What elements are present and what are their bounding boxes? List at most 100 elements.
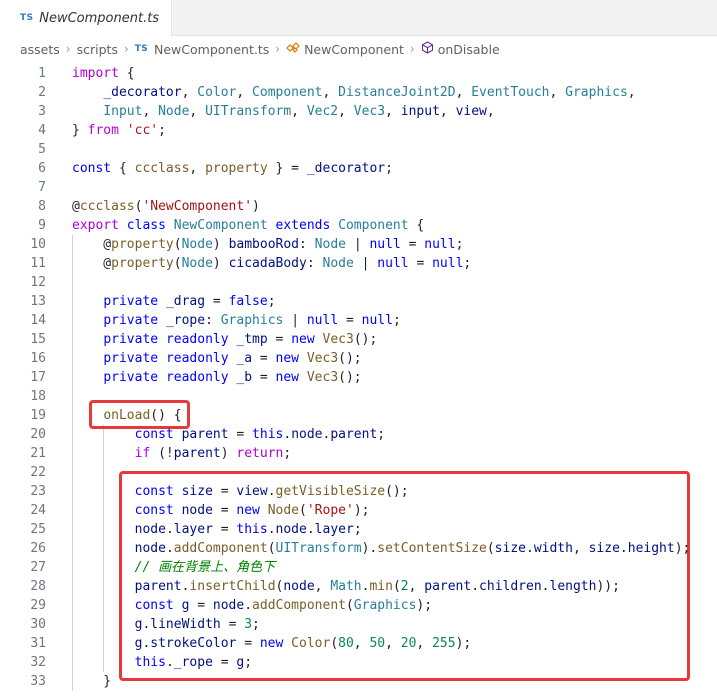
code-line[interactable]: 2 _decorator, Color, Component, Distance… xyxy=(0,83,717,102)
code-token: _decorator xyxy=(103,85,182,100)
line-number: 27 xyxy=(30,560,46,575)
code-token: ; xyxy=(353,522,362,537)
code-line[interactable]: 29 const g = node.addComponent(Graphics)… xyxy=(0,596,717,615)
code-text: const { ccclass, property } = _decorator… xyxy=(72,159,393,178)
line-number: 3 xyxy=(38,104,46,119)
breadcrumb-item-method[interactable]: onDisable xyxy=(438,42,500,57)
code-editor[interactable]: 1 import {2 _decorator, Color, Component,… xyxy=(0,64,717,698)
code-token: 20 xyxy=(400,636,417,651)
code-token: Vec3 xyxy=(353,104,386,119)
code-line[interactable]: 22 xyxy=(0,463,717,482)
code-token: : xyxy=(299,237,315,252)
breadcrumb-item-file[interactable]: NewComponent.ts xyxy=(154,42,269,57)
breadcrumb-item-scripts[interactable]: scripts xyxy=(77,42,118,57)
code-token: Vec2 xyxy=(306,104,339,119)
code-line[interactable]: 19 onLoad() { xyxy=(0,406,717,425)
code-line[interactable]: 6 const { ccclass, property } = _decorato… xyxy=(0,159,717,178)
code-line[interactable]: 3 Input, Node, UITransform, Vec2, Vec3, … xyxy=(0,102,717,121)
code-token: readonly xyxy=(165,351,229,366)
code-token: . xyxy=(165,522,174,537)
code-text: private readonly _tmp = new Vec3(); xyxy=(72,330,377,349)
code-token: ; xyxy=(283,446,292,461)
code-line[interactable]: 8 @ccclass('NewComponent') xyxy=(0,197,717,216)
code-token: null xyxy=(369,237,401,252)
code-token: Node xyxy=(267,503,300,518)
code-token: . xyxy=(165,541,174,556)
code-line[interactable]: 17 private readonly _b = new Vec3(); xyxy=(0,368,717,387)
code-line[interactable]: 10 @property(Node) bambooRod: Node | nul… xyxy=(0,235,717,254)
code-token: @ xyxy=(72,237,112,252)
code-token: null xyxy=(432,256,464,271)
line-number: 19 xyxy=(30,408,46,423)
code-token: new xyxy=(236,503,260,518)
code-line[interactable]: 12 xyxy=(0,273,717,292)
code-token: Node xyxy=(181,256,213,271)
breadcrumb-item-assets[interactable]: assets xyxy=(20,42,60,57)
code-line[interactable]: 31 g.strokeColor = new Color(80, 50, 20,… xyxy=(0,634,717,653)
line-number: 8 xyxy=(38,199,46,214)
code-token: , xyxy=(314,579,331,594)
code-line[interactable]: 7 xyxy=(0,178,717,197)
code-line[interactable]: 33 } xyxy=(0,672,717,691)
code-line[interactable]: 5 xyxy=(0,140,717,159)
code-line[interactable]: 25 node.layer = this.node.layer; xyxy=(0,520,717,539)
code-token: , xyxy=(627,85,636,100)
code-token: ( xyxy=(173,237,182,252)
breadcrumb-item-class[interactable]: NewComponent xyxy=(304,42,404,57)
code-line[interactable]: 20 const parent = this.node.parent; xyxy=(0,425,717,444)
code-line[interactable]: 28 parent.insertChild(node, Math.min(2, … xyxy=(0,577,717,596)
code-text: private _rope: Graphics | null = null; xyxy=(72,311,400,330)
code-line[interactable]: 18 xyxy=(0,387,717,406)
code-token: UITransform xyxy=(205,104,292,119)
code-token: , xyxy=(291,104,307,119)
code-line[interactable]: 27 // 画在背景上、角色下 xyxy=(0,558,717,577)
code-token: if xyxy=(134,446,151,461)
code-token: , xyxy=(385,636,401,651)
code-token: Vec3 xyxy=(322,332,354,347)
code-text: @property(Node) cicadaBody: Node | null … xyxy=(72,254,471,273)
code-token: _decorator xyxy=(306,161,386,176)
code-token: = xyxy=(228,617,245,632)
code-line[interactable]: 23 const size = view.getVisibleSize(); xyxy=(0,482,717,501)
code-token: false xyxy=(228,294,268,309)
line-number: 28 xyxy=(30,579,46,594)
code-token: ) xyxy=(252,199,260,214)
code-text: const size = view.getVisibleSize(); xyxy=(72,482,409,501)
code-line[interactable]: 15 private readonly _tmp = new Vec3(); xyxy=(0,330,717,349)
code-line[interactable]: 11 @property(Node) cicadaBody: Node | nu… xyxy=(0,254,717,273)
code-line[interactable]: 13 private _drag = false; xyxy=(0,292,717,311)
code-token: ); xyxy=(416,598,433,613)
code-token: } xyxy=(72,123,88,138)
code-token: : xyxy=(306,256,323,271)
tab-label: NewComponent.ts xyxy=(39,10,160,26)
code-line[interactable]: 1 import { xyxy=(0,64,717,83)
code-line[interactable]: 4} from 'cc'; xyxy=(0,121,717,140)
code-line[interactable]: 14 private _rope: Graphics | null = null… xyxy=(0,311,717,330)
chevron-right-icon: › xyxy=(65,42,71,56)
code-line[interactable]: 16 private readonly _a = new Vec3(); xyxy=(0,349,717,368)
line-number: 5 xyxy=(38,142,46,157)
code-token: ( xyxy=(392,579,401,594)
tab-newcomponent[interactable]: TS NewComponent.ts xyxy=(0,0,172,36)
code-token: , xyxy=(236,85,253,100)
code-line[interactable]: 24 const node = new Node('Rope'); xyxy=(0,501,717,520)
code-line[interactable]: 21 if (!parent) return; xyxy=(0,444,717,463)
code-line[interactable]: 30 g.lineWidth = 3; xyxy=(0,615,717,634)
line-number: 7 xyxy=(38,180,46,195)
code-line[interactable]: 26 node.addComponent(UITransform).setCon… xyxy=(0,539,717,558)
code-token: , xyxy=(189,104,206,119)
code-token: parent xyxy=(424,579,472,594)
code-text: @property(Node) bambooRod: Node | null =… xyxy=(72,235,463,254)
code-token: _b xyxy=(236,370,253,385)
code-line[interactable]: 32 this._rope = g; xyxy=(0,653,717,672)
code-token: const xyxy=(134,598,174,613)
code-token: 3 xyxy=(244,617,253,632)
code-line[interactable]: 9 export class NewComponent extends Compo… xyxy=(0,216,717,235)
